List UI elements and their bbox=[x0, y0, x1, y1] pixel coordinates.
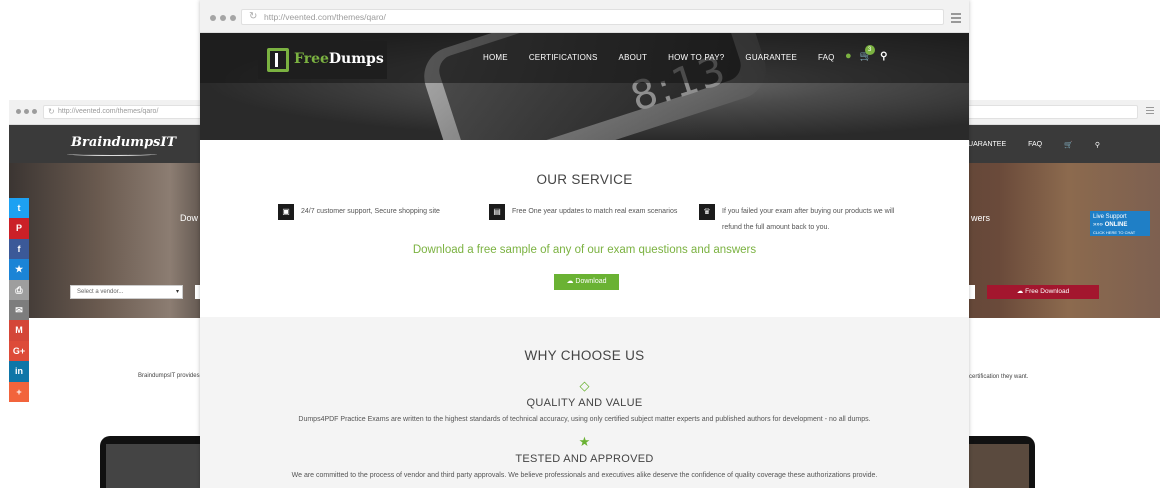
feature-support-text: 24/7 customer support, Secure shopping s… bbox=[301, 208, 440, 215]
cart-icon[interactable]: 🛒 3 bbox=[860, 44, 875, 62]
feature-refund: ♛ If you failed your exam after buying o… bbox=[699, 204, 909, 236]
background-url-text: http://veented.com/themes/qaro/ bbox=[58, 108, 159, 115]
main-nav: HOME CERTIFICATIONS ABOUT HOW TO PAY? GU… bbox=[483, 53, 856, 62]
browser-chrome: ↻ http://veented.com/themes/qaro/ bbox=[200, 0, 969, 33]
trophy-icon: ♛ bbox=[699, 204, 715, 220]
nav-faq[interactable]: FAQ bbox=[818, 53, 835, 62]
window-controls bbox=[16, 109, 37, 114]
twitter-icon[interactable]: t bbox=[9, 198, 29, 219]
pinterest-icon[interactable]: P bbox=[9, 218, 29, 239]
nav-icons: ● 🛒 3 ⚲ bbox=[845, 44, 887, 62]
email-icon[interactable]: ✉ bbox=[9, 299, 29, 321]
gmail-icon[interactable]: M bbox=[9, 320, 29, 341]
star-icon: ★ bbox=[578, 434, 591, 449]
exam-select-right[interactable] bbox=[969, 285, 975, 299]
live-support-status: »»» ONLINE bbox=[1093, 222, 1128, 228]
window-controls bbox=[210, 15, 236, 21]
nav-certifications[interactable]: CERTIFICATIONS bbox=[529, 53, 598, 62]
hero-right-text: wers bbox=[970, 213, 990, 223]
linkedin-icon[interactable]: in bbox=[9, 361, 29, 382]
hamburger-menu-icon[interactable] bbox=[1146, 107, 1154, 116]
free-download-button[interactable]: ☁ Free Download bbox=[987, 285, 1099, 299]
reload-icon[interactable]: ↻ bbox=[48, 106, 55, 118]
screenshot-stage: ↻ http://veented.com/themes/qaro/ Braind… bbox=[0, 0, 1170, 488]
search-icon[interactable]: ⚲ bbox=[1095, 141, 1100, 149]
feature-support: ▣ 24/7 customer support, Secure shopping… bbox=[278, 204, 440, 220]
nav-how-to-pay[interactable]: HOW TO PAY? bbox=[668, 53, 724, 62]
cart-icon[interactable]: 🛒 bbox=[1064, 141, 1073, 149]
user-icon[interactable]: ● bbox=[845, 50, 852, 62]
feature-refund-text: If you failed your exam after buying our… bbox=[722, 208, 895, 231]
quality-value-text: Dumps4PDF Practice Exams are written to … bbox=[298, 416, 871, 423]
nav-guarantee[interactable]: GUARANTEE bbox=[963, 141, 1007, 149]
live-support-cta: CLICK HERE TO CHAT bbox=[1093, 230, 1136, 235]
feature-updates-text: Free One year updates to match real exam… bbox=[512, 208, 678, 215]
intro-text-left: BraindumpsIT provides bbox=[138, 373, 200, 379]
nav-guarantee[interactable]: GUARANTEE bbox=[745, 53, 797, 62]
nav-about[interactable]: ABOUT bbox=[619, 53, 648, 62]
hero-banner: 8:13 FreeDumps HOME CERTIFICATIONS ABOUT… bbox=[200, 33, 969, 140]
logo-mark-icon bbox=[267, 48, 289, 72]
hero-left-text: Dow bbox=[180, 213, 199, 223]
nav-faq[interactable]: FAQ bbox=[1028, 141, 1042, 149]
download-button[interactable]: ☁ Download bbox=[554, 274, 619, 290]
logo-text: FreeDumps bbox=[294, 51, 384, 67]
tested-approved-text: We are committed to the process of vendo… bbox=[291, 472, 878, 479]
intro-text-right: certification they want. bbox=[969, 374, 1029, 380]
free-download-label: Free Download bbox=[1025, 288, 1070, 295]
tested-approved-title: TESTED AND APPROVED bbox=[515, 453, 654, 465]
book-icon: ▤ bbox=[489, 204, 505, 220]
why-choose-us-title: WHY CHOOSE US bbox=[524, 348, 645, 363]
why-choose-us-section: WHY CHOOSE US ◇ QUALITY AND VALUE Dumps4… bbox=[200, 317, 969, 488]
nav-home[interactable]: HOME bbox=[483, 53, 508, 62]
calendar-icon: ▣ bbox=[278, 204, 294, 220]
download-tagline: Download a free sample of any of our exa… bbox=[412, 244, 757, 256]
laptop-mockup-right bbox=[969, 436, 1035, 488]
more-icon[interactable]: + bbox=[9, 381, 29, 402]
freedumps-logo[interactable]: FreeDumps bbox=[258, 41, 387, 79]
live-support-title: Live Support bbox=[1093, 214, 1127, 220]
foreground-browser-window: ↻ http://veented.com/themes/qaro/ 8:13 F… bbox=[200, 0, 969, 488]
live-support-widget[interactable]: Live Support »»» ONLINE CLICK HERE TO CH… bbox=[1090, 211, 1150, 236]
diamond-icon: ◇ bbox=[579, 378, 590, 393]
feature-updates: ▤ Free One year updates to match real ex… bbox=[489, 204, 677, 220]
laptop-mockup-left bbox=[100, 436, 212, 488]
site-navbar: FreeDumps HOME CERTIFICATIONS ABOUT HOW … bbox=[200, 33, 969, 83]
url-text: http://veented.com/themes/qaro/ bbox=[264, 12, 386, 22]
vendor-select[interactable]: Select a vendor... bbox=[70, 285, 183, 299]
quality-value-title: QUALITY AND VALUE bbox=[526, 397, 643, 409]
google-plus-icon[interactable]: G+ bbox=[9, 340, 29, 362]
download-label: Download bbox=[575, 278, 607, 285]
social-share-bar: t Pf ★ ⎙ ✉ M G+ in + bbox=[9, 198, 29, 402]
hamburger-menu-icon[interactable] bbox=[951, 13, 961, 25]
cart-count-badge: 3 bbox=[864, 44, 875, 55]
braindumpsit-logo[interactable]: BraindumpsIT bbox=[66, 135, 176, 156]
facebook-icon[interactable]: f bbox=[9, 238, 29, 260]
background-nav-links: GUARANTEE FAQ 🛒 ⚲ bbox=[963, 141, 1100, 149]
address-bar[interactable]: ↻ http://veented.com/themes/qaro/ bbox=[241, 9, 944, 25]
favorite-icon[interactable]: ★ bbox=[9, 259, 29, 280]
our-service-section: OUR SERVICE ▣ 24/7 customer support, Sec… bbox=[200, 140, 969, 317]
our-service-title: OUR SERVICE bbox=[536, 172, 633, 187]
search-icon[interactable]: ⚲ bbox=[880, 51, 887, 62]
print-icon[interactable]: ⎙ bbox=[9, 279, 29, 300]
reload-icon[interactable]: ↻ bbox=[249, 10, 257, 24]
